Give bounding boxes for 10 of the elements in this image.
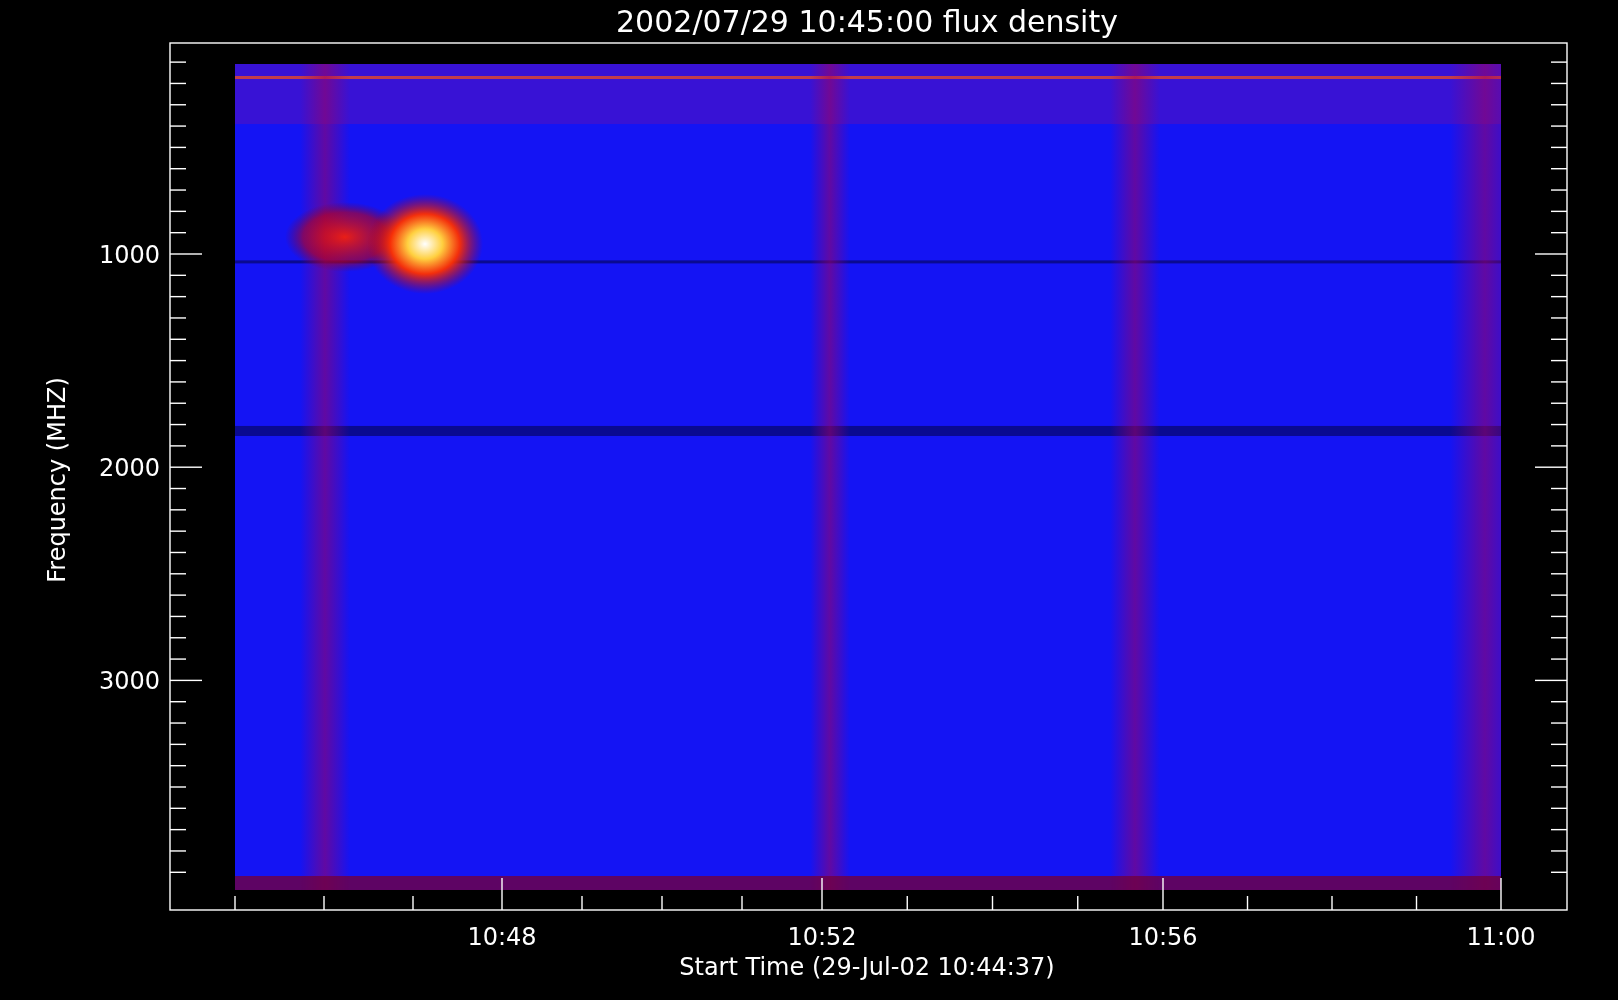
chart-title: 2002/07/29 10:45:00 flux density [616, 4, 1118, 39]
x-tick-label: 10:56 [1128, 923, 1198, 951]
x-tick-label: 11:00 [1466, 923, 1536, 951]
y-tick-label: 2000 [98, 454, 160, 483]
x-axis-label: Start Time (29-Jul-02 10:44:37) [679, 953, 1055, 981]
x-tick-label: 10:52 [787, 923, 857, 951]
y-axis-label: Frequency (MHZ) [43, 377, 71, 583]
x-tick-label: 10:48 [467, 923, 537, 951]
y-tick-label: 3000 [98, 667, 160, 696]
y-tick-label: 1000 [98, 241, 160, 269]
